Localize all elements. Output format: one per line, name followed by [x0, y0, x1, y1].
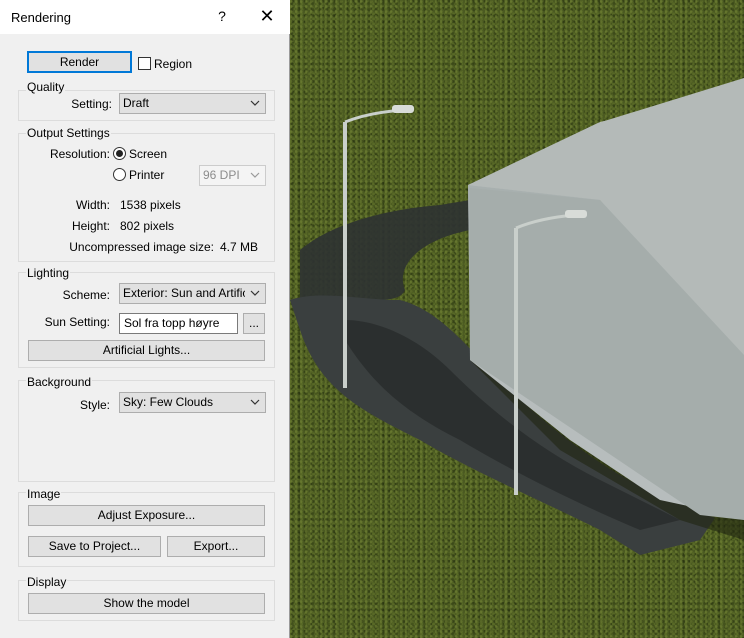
- export-button[interactable]: Export...: [167, 536, 265, 557]
- background-style-select[interactable]: Sky: Few Clouds: [119, 392, 266, 413]
- quality-group-label: Quality: [26, 80, 66, 94]
- title-bar: Rendering ? ✕: [0, 0, 290, 34]
- scheme-select[interactable]: Exterior: Sun and Artificial: [119, 283, 266, 304]
- path-shadow: [300, 200, 470, 300]
- chevron-down-icon: [250, 100, 260, 106]
- quality-setting-label: Setting:: [71, 97, 112, 111]
- screen-radio[interactable]: [113, 147, 126, 160]
- printer-radio[interactable]: [113, 168, 126, 181]
- background-group-label: Background: [26, 375, 93, 389]
- lamp-head-1: [392, 105, 414, 113]
- screen-label: Screen: [129, 147, 168, 161]
- render-button[interactable]: Render: [27, 51, 132, 73]
- sun-browse-button[interactable]: ...: [243, 313, 265, 334]
- sun-setting-field[interactable]: Sol fra topp høyre: [119, 313, 238, 334]
- background-style-value: Sky: Few Clouds: [123, 395, 214, 409]
- region-checkbox[interactable]: [138, 57, 151, 70]
- region-label: Region: [154, 57, 193, 71]
- display-group-label: Display: [26, 575, 68, 589]
- close-icon[interactable]: ✕: [258, 7, 276, 27]
- output-settings-group-label: Output Settings: [26, 126, 111, 140]
- height-value: 802 pixels: [120, 219, 175, 233]
- image-group-label: Image: [26, 487, 62, 501]
- help-icon[interactable]: ?: [214, 8, 230, 26]
- height-label: Height:: [71, 219, 110, 233]
- quality-setting-select[interactable]: Draft: [119, 93, 266, 114]
- dialog-title: Rendering: [11, 10, 71, 25]
- width-value: 1538 pixels: [120, 198, 181, 212]
- sun-setting-label: Sun Setting:: [44, 315, 110, 329]
- image-size-value: 4.7 MB: [220, 240, 259, 254]
- lamp-head-2: [565, 210, 587, 218]
- lighting-group-label: Lighting: [26, 266, 71, 280]
- image-size-label: Uncompressed image size:: [69, 240, 214, 254]
- scheme-value: Exterior: Sun and Artificial: [123, 286, 245, 300]
- rendering-dialog: Rendering ? ✕ Render Region Quality Sett…: [0, 0, 290, 638]
- dpi-select[interactable]: 96 DPI: [199, 165, 266, 186]
- artificial-lights-button[interactable]: Artificial Lights...: [28, 340, 265, 361]
- adjust-exposure-button[interactable]: Adjust Exposure...: [28, 505, 265, 526]
- dpi-value: 96 DPI: [203, 168, 240, 182]
- scheme-label: Scheme:: [62, 288, 110, 302]
- style-label: Style:: [79, 398, 110, 412]
- width-label: Width:: [75, 198, 110, 212]
- chevron-down-icon: [250, 399, 260, 405]
- show-model-button[interactable]: Show the model: [28, 593, 265, 614]
- quality-setting-value: Draft: [123, 96, 150, 110]
- chevron-down-icon: [250, 172, 260, 178]
- chevron-down-icon: [250, 290, 260, 296]
- save-to-project-button[interactable]: Save to Project...: [28, 536, 161, 557]
- resolution-label: Resolution:: [49, 147, 110, 161]
- printer-label: Printer: [129, 168, 165, 182]
